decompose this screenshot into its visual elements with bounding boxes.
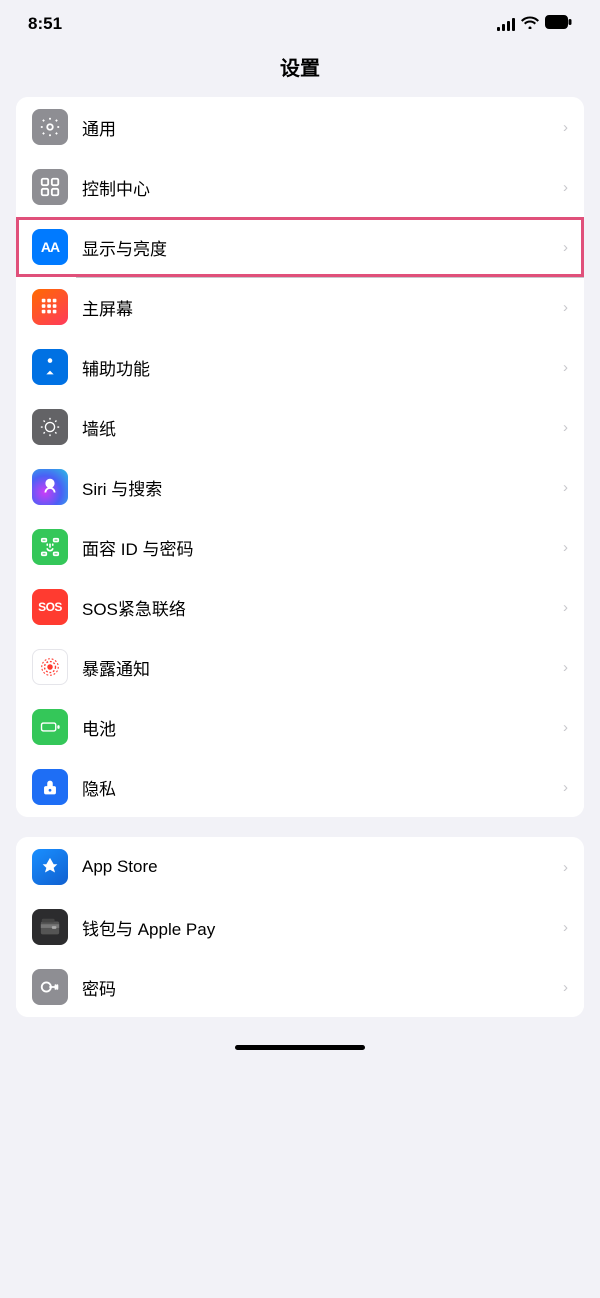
sos-chevron: › bbox=[563, 599, 568, 616]
page-title: 设置 bbox=[0, 42, 600, 97]
wifi-icon bbox=[521, 15, 539, 34]
home-screen-icon bbox=[32, 289, 68, 325]
wallet-chevron: › bbox=[563, 919, 568, 936]
exposure-icon bbox=[32, 649, 68, 685]
siri-chevron: › bbox=[563, 479, 568, 496]
home-screen-chevron: › bbox=[563, 299, 568, 316]
app-store-chevron: › bbox=[563, 859, 568, 876]
app-store-icon bbox=[32, 849, 68, 885]
accessibility-chevron: › bbox=[563, 359, 568, 376]
home-screen-label: 主屏幕 bbox=[82, 295, 557, 320]
wallpaper-label: 墙纸 bbox=[82, 415, 557, 440]
app-store-label: App Store bbox=[82, 857, 557, 877]
status-bar: 8:51 bbox=[0, 0, 600, 42]
battery-icon bbox=[545, 15, 572, 34]
signal-icon bbox=[497, 17, 515, 31]
passwords-icon bbox=[32, 969, 68, 1005]
wallpaper-chevron: › bbox=[563, 419, 568, 436]
exposure-chevron: › bbox=[563, 659, 568, 676]
row-face-id[interactable]: 面容 ID 与密码 › bbox=[16, 517, 584, 577]
row-home-screen[interactable]: 主屏幕 › bbox=[16, 277, 584, 337]
face-id-label: 面容 ID 与密码 bbox=[82, 535, 557, 560]
privacy-chevron: › bbox=[563, 779, 568, 796]
home-indicator bbox=[0, 1037, 600, 1050]
sos-icon: SOS bbox=[32, 589, 68, 625]
wallpaper-icon bbox=[32, 409, 68, 445]
face-id-chevron: › bbox=[563, 539, 568, 556]
settings-section-2: App Store › 钱包与 Apple Pay › 密码 › bbox=[16, 837, 584, 1017]
row-privacy[interactable]: 隐私 › bbox=[16, 757, 584, 817]
row-siri[interactable]: Siri 与搜索 › bbox=[16, 457, 584, 517]
general-label: 通用 bbox=[82, 115, 557, 140]
row-passwords[interactable]: 密码 › bbox=[16, 957, 584, 1017]
control-center-label: 控制中心 bbox=[82, 175, 557, 200]
row-exposure[interactable]: 暴露通知 › bbox=[16, 637, 584, 697]
battery-chevron: › bbox=[563, 719, 568, 736]
home-bar bbox=[235, 1045, 365, 1050]
privacy-label: 隐私 bbox=[82, 775, 557, 800]
wallet-label: 钱包与 Apple Pay bbox=[82, 915, 557, 940]
row-general[interactable]: 通用 › bbox=[16, 97, 584, 157]
control-center-chevron: › bbox=[563, 179, 568, 196]
control-center-icon bbox=[32, 169, 68, 205]
display-chevron: › bbox=[563, 239, 568, 256]
wallet-icon bbox=[32, 909, 68, 945]
battery-label: 电池 bbox=[82, 715, 557, 740]
general-chevron: › bbox=[563, 119, 568, 136]
exposure-label: 暴露通知 bbox=[82, 655, 557, 680]
status-time: 8:51 bbox=[28, 14, 62, 34]
privacy-icon bbox=[32, 769, 68, 805]
passwords-chevron: › bbox=[563, 979, 568, 996]
settings-section-1: 通用 › 控制中心 › AA 显示与亮度 › bbox=[16, 97, 584, 817]
row-accessibility[interactable]: 辅助功能 › bbox=[16, 337, 584, 397]
display-icon: AA bbox=[32, 229, 68, 265]
face-id-icon bbox=[32, 529, 68, 565]
accessibility-label: 辅助功能 bbox=[82, 355, 557, 380]
passwords-label: 密码 bbox=[82, 975, 557, 1000]
row-app-store[interactable]: App Store › bbox=[16, 837, 584, 897]
accessibility-icon bbox=[32, 349, 68, 385]
general-icon bbox=[32, 109, 68, 145]
status-icons bbox=[497, 15, 572, 34]
row-control-center[interactable]: 控制中心 › bbox=[16, 157, 584, 217]
sos-label: SOS紧急联络 bbox=[82, 595, 557, 620]
row-wallpaper[interactable]: 墙纸 › bbox=[16, 397, 584, 457]
siri-label: Siri 与搜索 bbox=[82, 475, 557, 500]
row-sos[interactable]: SOS SOS紧急联络 › bbox=[16, 577, 584, 637]
siri-icon bbox=[32, 469, 68, 505]
row-wallet[interactable]: 钱包与 Apple Pay › bbox=[16, 897, 584, 957]
row-display[interactable]: AA 显示与亮度 › bbox=[16, 217, 584, 277]
row-battery[interactable]: 电池 › bbox=[16, 697, 584, 757]
display-label: 显示与亮度 bbox=[82, 235, 557, 260]
battery-row-icon bbox=[32, 709, 68, 745]
